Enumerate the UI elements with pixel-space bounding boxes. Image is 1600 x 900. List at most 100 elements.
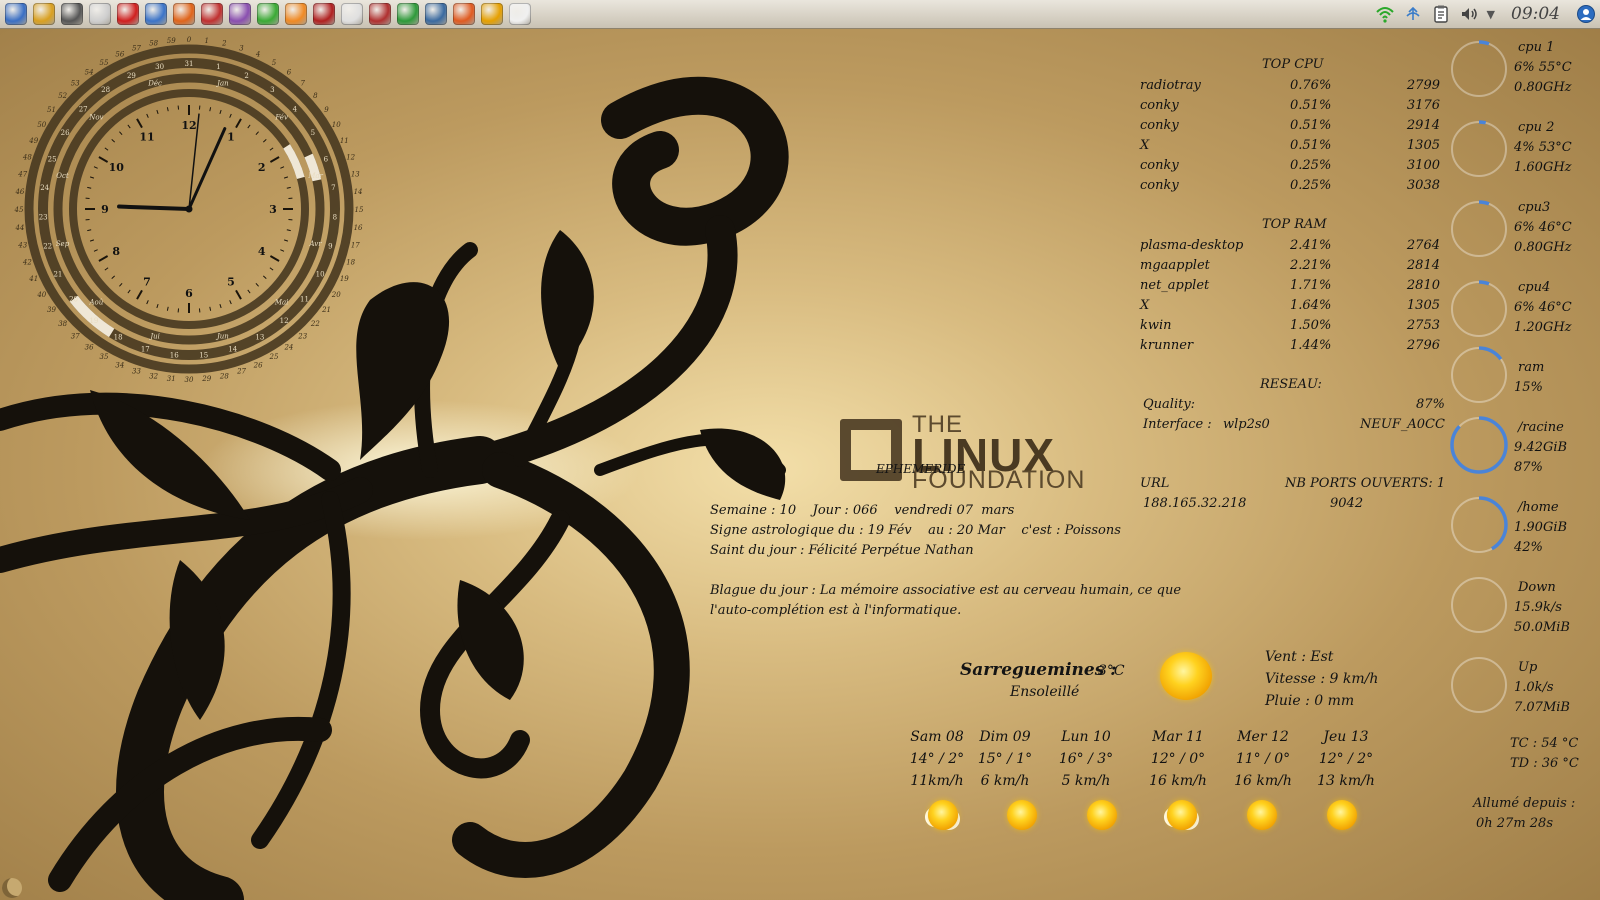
top-ram-pid: 2753 xyxy=(1406,318,1440,333)
clock-calendar-widget: 0 1 23456789101112131415161718192021222324… xyxy=(14,36,364,384)
day-label: 31 xyxy=(185,60,194,68)
current-weather-sun-icon xyxy=(1160,652,1212,700)
network-icon[interactable] xyxy=(1403,4,1423,24)
minute-label: 0 xyxy=(187,36,192,44)
launcher-bar xyxy=(0,3,534,25)
minute-label: 39 xyxy=(47,306,56,314)
opera-browser-icon[interactable] xyxy=(117,3,139,25)
sun-cloud-icon xyxy=(1167,800,1197,830)
clock-center xyxy=(185,205,193,213)
minute-label: 58 xyxy=(149,40,158,48)
ring-meter xyxy=(1450,120,1508,178)
day-label: 15 xyxy=(199,351,208,359)
hour-number: 7 xyxy=(143,276,151,289)
forecast-wind: 16 km/h xyxy=(1234,773,1292,789)
top-ram-name: mgaapplet xyxy=(1140,258,1210,273)
minute-label: 25 xyxy=(269,353,279,361)
forecast-day: Dim 09 15° / 1° 6 km/h xyxy=(965,726,1045,792)
day-label: 14 xyxy=(228,345,237,353)
meter-label-line: Down xyxy=(1518,580,1556,595)
day-label: 4 xyxy=(293,105,298,113)
settings-tools-icon[interactable] xyxy=(61,3,83,25)
clock-tick xyxy=(280,249,285,252)
clock-tick xyxy=(280,166,285,169)
minute-label: 48 xyxy=(22,153,32,161)
tray-expand-icon[interactable]: ▼ xyxy=(1487,8,1495,21)
clipboard-icon[interactable] xyxy=(1431,4,1451,24)
document-icon[interactable] xyxy=(425,3,447,25)
clock-tick xyxy=(286,229,291,232)
kde-bird-icon[interactable] xyxy=(145,3,167,25)
minute-label: 45 xyxy=(14,206,24,214)
media-player-icon[interactable] xyxy=(257,3,279,25)
meter-label: cpu 1 6% 55°C 0.80GHz xyxy=(1514,38,1572,98)
wifi-icon[interactable] xyxy=(1375,4,1395,24)
minute-label: 19 xyxy=(340,275,349,283)
hour-number: 11 xyxy=(139,130,154,143)
top-cpu-name: radiotray xyxy=(1140,78,1201,93)
hour-number: 12 xyxy=(181,119,196,132)
hour-hand xyxy=(117,204,191,211)
url-label: URL xyxy=(1140,476,1170,491)
hour-number: 9 xyxy=(101,203,109,216)
day-label: 3 xyxy=(270,86,274,94)
volume-icon[interactable] xyxy=(1459,4,1479,24)
ports-value: 9042 xyxy=(1330,496,1364,511)
game-board-icon[interactable] xyxy=(369,3,391,25)
top-cpu-pct: 0.25% xyxy=(1290,158,1332,173)
clock-tick xyxy=(166,107,169,112)
hour-number: 2 xyxy=(258,161,266,174)
clock-tick xyxy=(255,131,259,136)
rss-reader-icon[interactable] xyxy=(201,3,223,25)
meter-label: cpu 2 4% 53°C 1.60GHz xyxy=(1514,118,1572,178)
meter-label-line: 42% xyxy=(1514,540,1543,555)
presentation-icon[interactable] xyxy=(453,3,475,25)
minute-label: 36 xyxy=(85,344,94,352)
phone-app-icon[interactable] xyxy=(341,3,363,25)
minute-label: 59 xyxy=(167,37,176,45)
month-label: Jui xyxy=(148,333,160,341)
top-cpu-row: conky 0.51% 3176 xyxy=(1140,98,1440,118)
minute-label: 50 xyxy=(37,121,46,129)
corner-moon-icon[interactable] xyxy=(2,878,22,898)
forecast-day: Mer 12 11° / 0° 16 km/h xyxy=(1223,726,1303,792)
panel-clock[interactable]: 09:04 xyxy=(1511,4,1560,24)
forecast-temps: 15° / 1° xyxy=(977,751,1033,767)
dictionary-icon[interactable] xyxy=(313,3,335,25)
draw-icon[interactable] xyxy=(481,3,503,25)
network-people-icon[interactable] xyxy=(33,3,55,25)
forecast-day: Jeu 13 12° / 2° 13 km/h xyxy=(1306,726,1386,792)
meter-label-line: ram xyxy=(1518,360,1545,375)
spreadsheet-icon[interactable] xyxy=(397,3,419,25)
ssid-value: NEUF_A0CC xyxy=(1360,417,1445,432)
minute-hand xyxy=(187,127,227,211)
clock-tick xyxy=(93,249,98,252)
clock-tick xyxy=(136,118,143,129)
minute-label: 32 xyxy=(149,372,158,380)
minute-label: 22 xyxy=(310,320,320,328)
clock-tick xyxy=(89,239,95,242)
month-label: Avr xyxy=(308,240,322,248)
firefox-icon[interactable] xyxy=(173,3,195,25)
minute-label: 10 xyxy=(332,121,341,129)
top-ram-pid: 2810 xyxy=(1406,278,1440,293)
minute-label: 28 xyxy=(219,372,229,380)
quality-value: 87% xyxy=(1416,397,1445,412)
text-editor-icon[interactable] xyxy=(509,3,531,25)
day-label: 9 xyxy=(328,243,332,251)
clock-tick xyxy=(219,109,222,115)
file-manager-icon[interactable] xyxy=(89,3,111,25)
meter-label-line: cpu4 xyxy=(1518,280,1551,295)
kde-menu-icon[interactable] xyxy=(5,3,27,25)
day-label: 10 xyxy=(316,270,325,278)
grid-app-icon[interactable] xyxy=(285,3,307,25)
day-label: 28 xyxy=(101,86,110,94)
day-label: 22 xyxy=(43,243,52,251)
day-label: 27 xyxy=(79,105,88,113)
weather-city: Sarreguemines : xyxy=(960,660,1117,680)
clock-tick xyxy=(87,229,92,232)
media-disc-icon[interactable] xyxy=(229,3,251,25)
forecast-wind: 6 km/h xyxy=(980,773,1030,789)
top-ram-name: plasma-desktop xyxy=(1140,238,1244,253)
user-globe-icon[interactable] xyxy=(1576,4,1596,24)
